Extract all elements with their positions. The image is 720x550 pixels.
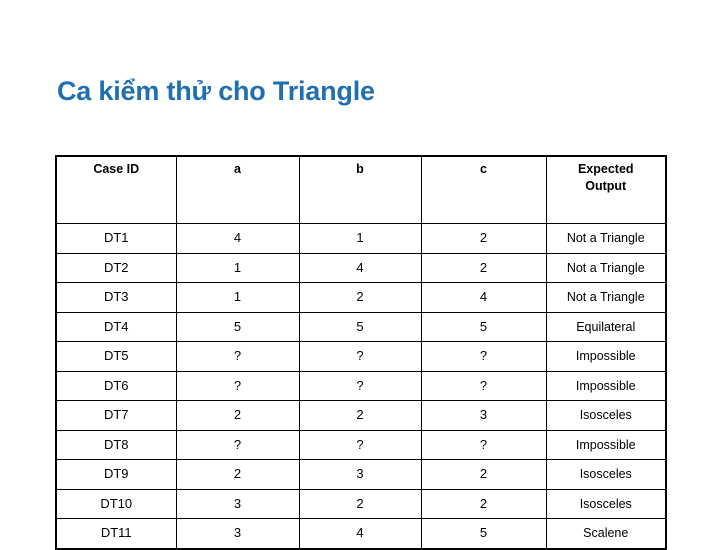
- test-cases-table: Case ID a b c Expected Output DT1 4 1 2 Not …: [55, 155, 667, 550]
- column-header-c: c: [420, 155, 547, 224]
- cell-b: ?: [298, 429, 422, 460]
- table-row: DT6??? Impossible: [55, 370, 667, 401]
- cell-case-id: DT7: [55, 400, 177, 431]
- table-row: DT4 5 5 5 Equilateral: [55, 311, 667, 342]
- cell-c: 3: [420, 400, 547, 431]
- cell-case-id: DT5: [55, 341, 177, 372]
- cell-case-id: DT4: [55, 311, 177, 342]
- table-row: DT9 2 3 2 Isosceles: [55, 459, 667, 490]
- cell-b: 4: [298, 518, 422, 549]
- cell-a: 1: [175, 282, 300, 313]
- slide-canvas: Ca kiểm thử cho Triangle Case ID a b c E…: [0, 0, 720, 550]
- cell-c: ?: [420, 341, 547, 372]
- cell-b: 2: [298, 282, 422, 313]
- expected-output-label-line2: Output: [585, 179, 627, 193]
- cell-c: ?: [420, 429, 547, 460]
- cell-case-id: DT3: [55, 282, 177, 313]
- cell-c: 2: [420, 223, 547, 254]
- cell-b: ?: [298, 341, 422, 372]
- cell-c: 5: [420, 311, 547, 342]
- cell-a: 4: [175, 223, 300, 254]
- cell-expected-output: Impossible: [545, 370, 667, 401]
- cell-a: ?: [175, 429, 300, 460]
- table-row: DT11 3 4 5 Scalene: [55, 518, 667, 549]
- cell-case-id: DT1: [55, 223, 177, 254]
- cell-b: 2: [298, 400, 422, 431]
- table-body: DT1 4 1 2 Not a Triangle DT2 1 4 2 Not a Triangle…: [55, 223, 667, 549]
- cell-c: 2: [420, 459, 547, 490]
- table-header: Case ID a b c Expected Output: [55, 155, 667, 224]
- cell-c: 5: [420, 518, 547, 549]
- cell-expected-output: Impossible: [545, 341, 667, 372]
- cell-c: ?: [420, 370, 547, 401]
- cell-expected-output: Not a Triangle: [545, 252, 667, 283]
- cell-b: 5: [298, 311, 422, 342]
- cell-a: 2: [175, 459, 300, 490]
- cell-case-id: DT10: [55, 488, 177, 519]
- cell-b: 4: [298, 252, 422, 283]
- cell-case-id: DT11: [55, 518, 177, 549]
- cell-expected-output: Scalene: [545, 518, 667, 549]
- cell-a: 5: [175, 311, 300, 342]
- table-row: DT5??? Impossible: [55, 341, 667, 372]
- column-header-case-id: Case ID: [55, 155, 177, 224]
- expected-output-label-line1: Expected: [577, 162, 634, 176]
- table-header-row: Case ID a b c Expected Output: [55, 155, 667, 224]
- cell-a: ?: [175, 341, 300, 372]
- column-header-b: b: [298, 155, 422, 224]
- cell-a: 1: [175, 252, 300, 283]
- page-title: Ca kiểm thử cho Triangle: [57, 76, 375, 106]
- cell-c: 2: [420, 252, 547, 283]
- test-cases-table-container: Case ID a b c Expected Output DT1 4 1 2 Not …: [55, 155, 667, 550]
- table-row: DT2 1 4 2 Not a Triangle: [55, 252, 667, 283]
- cell-a: 2: [175, 400, 300, 431]
- cell-c: 4: [420, 282, 547, 313]
- table-row: DT8??? Impossible: [55, 429, 667, 460]
- cell-b: 3: [298, 459, 422, 490]
- cell-a: ?: [175, 370, 300, 401]
- cell-a: 3: [175, 518, 300, 549]
- cell-case-id: DT6: [55, 370, 177, 401]
- table-row: DT3 1 2 4 Not a Triangle: [55, 282, 667, 313]
- column-header-expected-output: Expected Output: [545, 155, 667, 224]
- cell-expected-output: Not a Triangle: [545, 282, 667, 313]
- cell-expected-output: Equilateral: [545, 311, 667, 342]
- cell-b: ?: [298, 370, 422, 401]
- cell-expected-output: Isosceles: [545, 400, 667, 431]
- table-row: DT7 2 2 3 Isosceles: [55, 400, 667, 431]
- cell-expected-output: Isosceles: [545, 488, 667, 519]
- cell-case-id: DT8: [55, 429, 177, 460]
- cell-b: 1: [298, 223, 422, 254]
- cell-case-id: DT2: [55, 252, 177, 283]
- cell-expected-output: Impossible: [545, 429, 667, 460]
- cell-expected-output: Not a Triangle: [545, 223, 667, 254]
- cell-c: 2: [420, 488, 547, 519]
- cell-expected-output: Isosceles: [545, 459, 667, 490]
- column-header-a: a: [175, 155, 300, 224]
- cell-case-id: DT9: [55, 459, 177, 490]
- cell-a: 3: [175, 488, 300, 519]
- table-row: DT10 3 2 2 Isosceles: [55, 488, 667, 519]
- cell-b: 2: [298, 488, 422, 519]
- table-row: DT1 4 1 2 Not a Triangle: [55, 223, 667, 254]
